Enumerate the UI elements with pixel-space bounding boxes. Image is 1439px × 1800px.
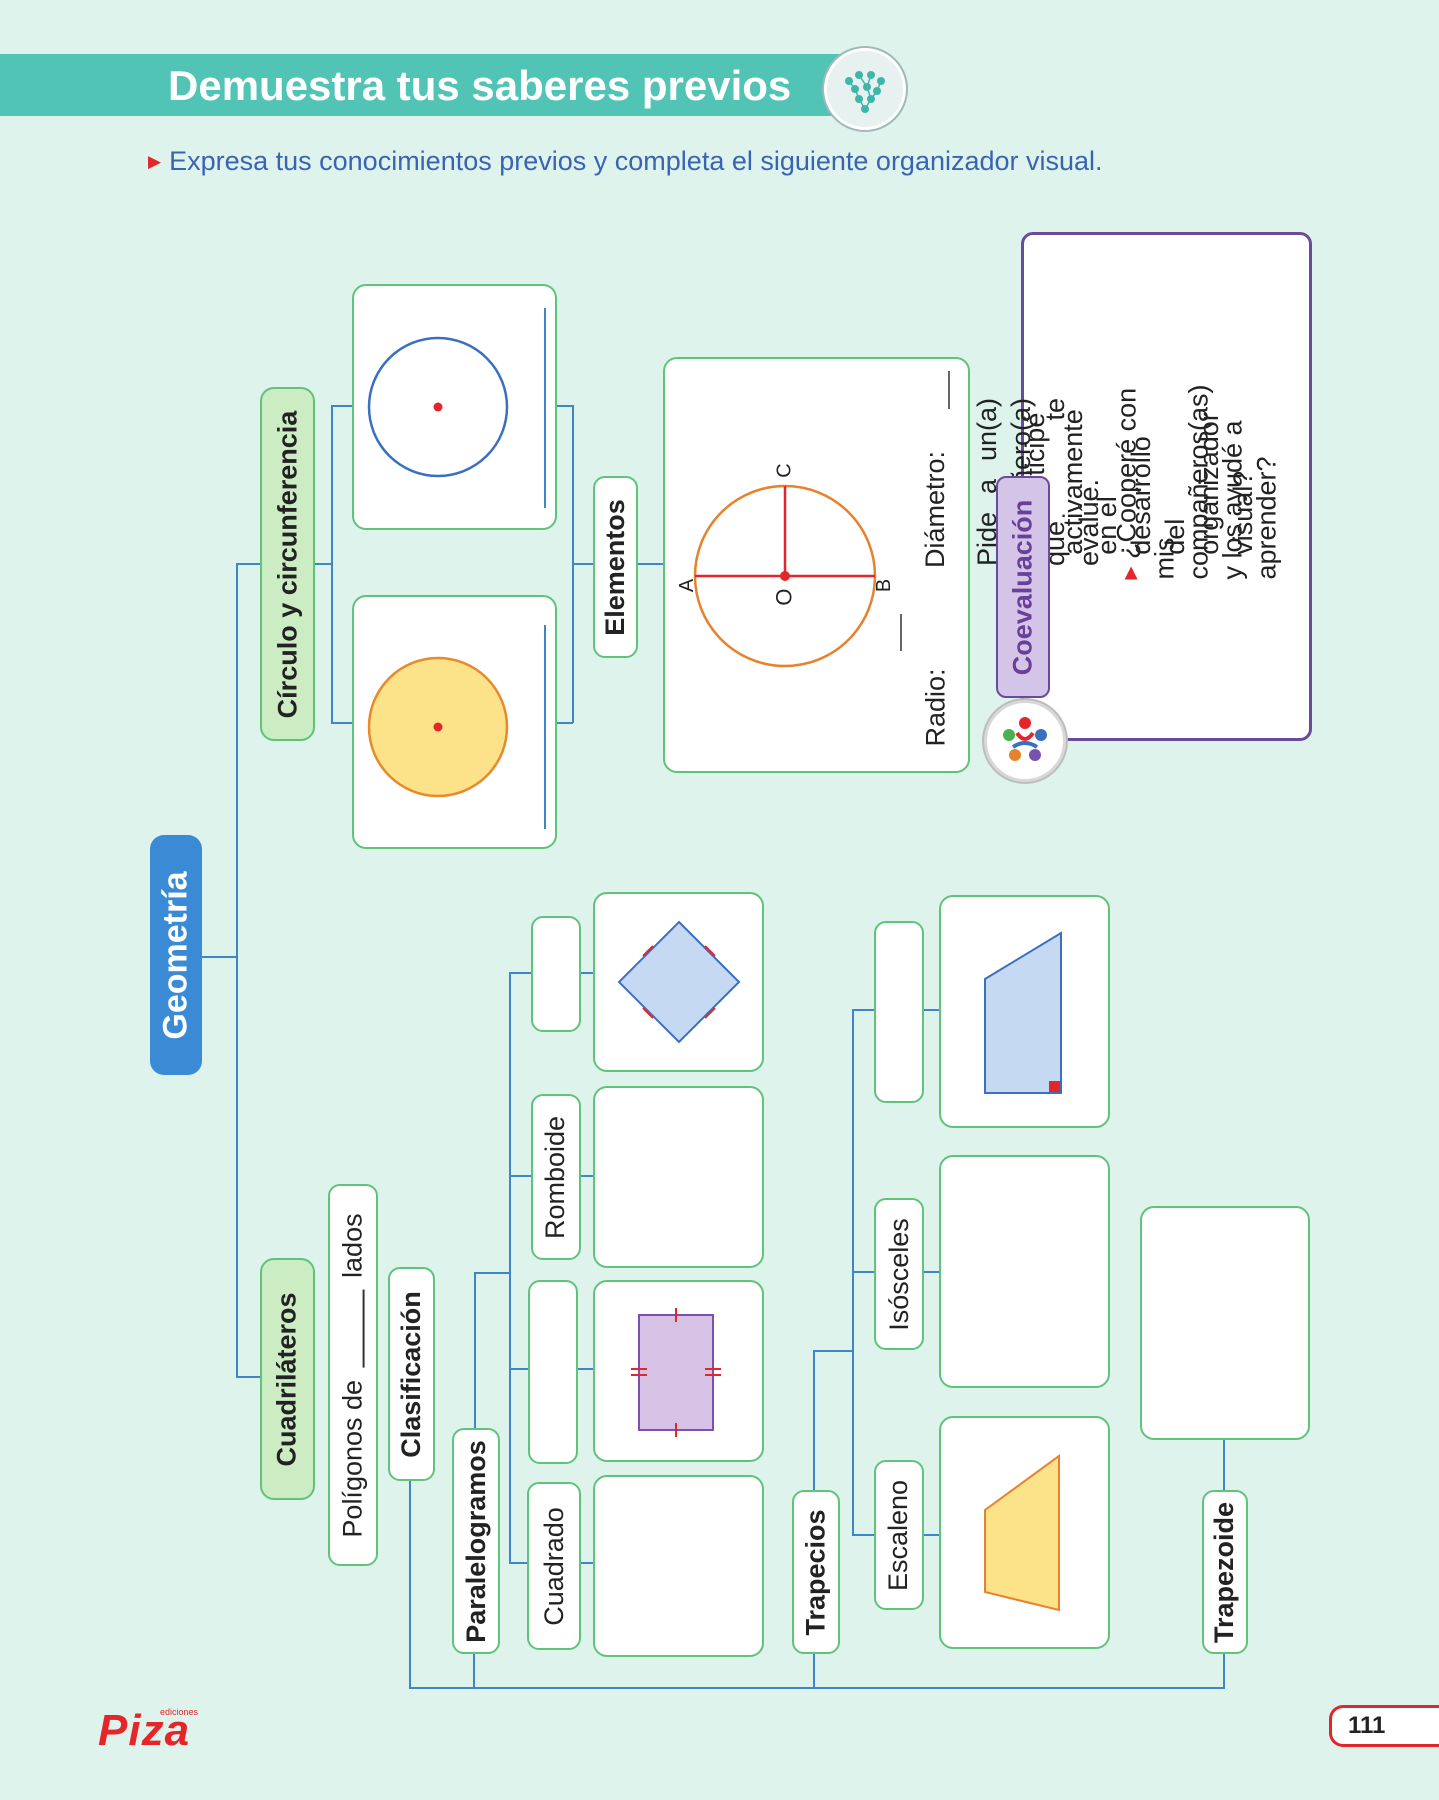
connector — [509, 972, 531, 974]
elements-box: A O B C Radio: Diámetro: — [663, 357, 970, 773]
connector — [236, 563, 238, 1378]
circumference-box — [352, 284, 557, 530]
connector — [331, 722, 353, 724]
definition-prefix: Polígonos de — [337, 1379, 368, 1538]
connector — [236, 563, 262, 565]
point-o-label: O — [772, 588, 797, 606]
connector — [813, 1650, 815, 1688]
network-icon — [824, 48, 906, 130]
rectangulo-label-blank[interactable] — [528, 1280, 578, 1464]
rhombus-box — [593, 892, 764, 1072]
connector — [1223, 1650, 1225, 1688]
publisher-logo: Piza — [98, 1706, 191, 1755]
rectangulo-trapecio-label-blank[interactable] — [874, 921, 924, 1103]
isosceles-drawing-box[interactable] — [939, 1155, 1110, 1388]
coevaluation-item-text: ¿Cooperé con mis compañeros(as) y los ay… — [1111, 384, 1282, 580]
definition-node: Polígonos de lados — [328, 1184, 378, 1566]
page-number: 111 — [1329, 1705, 1439, 1747]
connector — [331, 405, 353, 407]
connector — [202, 956, 238, 958]
connector — [473, 1650, 475, 1688]
rhombus-shape — [617, 920, 741, 1044]
romboide-drawing-box[interactable] — [593, 1086, 764, 1268]
connector — [474, 1272, 511, 1274]
right-trapezoid-shape — [984, 931, 1062, 1094]
connector — [474, 1272, 476, 1431]
instruction: ▶ Expresa tus conocimientos previos y com… — [148, 146, 1103, 177]
coevaluation-tab: Coevaluación — [996, 476, 1050, 698]
point-c-label: C — [773, 462, 796, 478]
trapezoide-drawing-box[interactable] — [1140, 1206, 1310, 1440]
escaleno-node: Escaleno — [874, 1460, 924, 1610]
trapezoide-node: Trapezoide — [1202, 1490, 1248, 1654]
cuadrado-drawing-box[interactable] — [593, 1475, 764, 1657]
connector — [634, 563, 664, 565]
center-point — [433, 722, 443, 732]
romboide-node: Romboide — [531, 1094, 581, 1260]
circle-box — [352, 595, 557, 849]
scalene-trapezoid-box — [939, 1416, 1110, 1649]
triangle-bullet-icon: ▶ — [148, 152, 162, 171]
geometria-node: Geometría — [150, 835, 202, 1075]
center-o-point — [780, 571, 790, 581]
coevaluation-item: ▶ ¿Cooperé con mis compañeros(as) y los … — [1111, 235, 1294, 729]
point-b-label: B — [873, 578, 896, 592]
cuadrilateros-node: Cuadriláteros — [260, 1258, 315, 1500]
rectangle-box — [593, 1280, 764, 1462]
radius-label: Radio: — [920, 667, 951, 747]
diameter-label: Diámetro: — [920, 450, 951, 568]
elementos-node: Elementos — [593, 476, 638, 658]
connector — [409, 1687, 1225, 1689]
connector — [509, 972, 511, 1564]
isosceles-node: Isósceles — [874, 1198, 924, 1350]
trapecios-node: Trapecios — [792, 1490, 840, 1654]
clasificacion-node: Clasificación — [388, 1267, 435, 1481]
connector — [331, 405, 333, 723]
instruction-text: Expresa tus conocimientos previos y comp… — [169, 146, 1103, 176]
paralelogramos-node: Paralelogramos — [452, 1428, 500, 1654]
connector — [813, 1350, 815, 1490]
cuadrado-node: Cuadrado — [527, 1482, 581, 1650]
center-point — [433, 402, 443, 412]
right-trapezoid-box — [939, 895, 1110, 1128]
connector — [852, 1534, 874, 1536]
connector — [572, 563, 594, 565]
triangle-bullet-icon: ▶ — [1120, 566, 1140, 580]
coevaluation-panel: Pide a un(a) compañero(a) que te evalúe.… — [972, 232, 1312, 741]
connector — [236, 1376, 262, 1378]
page-title: Demuestra tus saberes previos — [168, 62, 792, 109]
scalene-trapezoid-shape — [984, 1454, 1060, 1612]
connector — [1223, 1437, 1225, 1492]
right-angle-mark — [1049, 1081, 1060, 1092]
connector — [852, 1271, 874, 1273]
rectangle-shape — [638, 1314, 714, 1431]
definition-suffix: lados — [337, 1212, 368, 1278]
connector — [852, 1009, 874, 1011]
connector — [509, 1175, 531, 1177]
connector — [577, 1368, 593, 1370]
connector — [409, 1477, 411, 1689]
team-icon — [984, 700, 1066, 782]
rombo-label-blank[interactable] — [531, 916, 581, 1032]
circulo-circunferencia-node: Círculo y circunferencia — [260, 387, 315, 741]
connector — [813, 1350, 853, 1352]
definition-blank — [342, 1289, 365, 1368]
point-a-label: A — [676, 578, 699, 592]
